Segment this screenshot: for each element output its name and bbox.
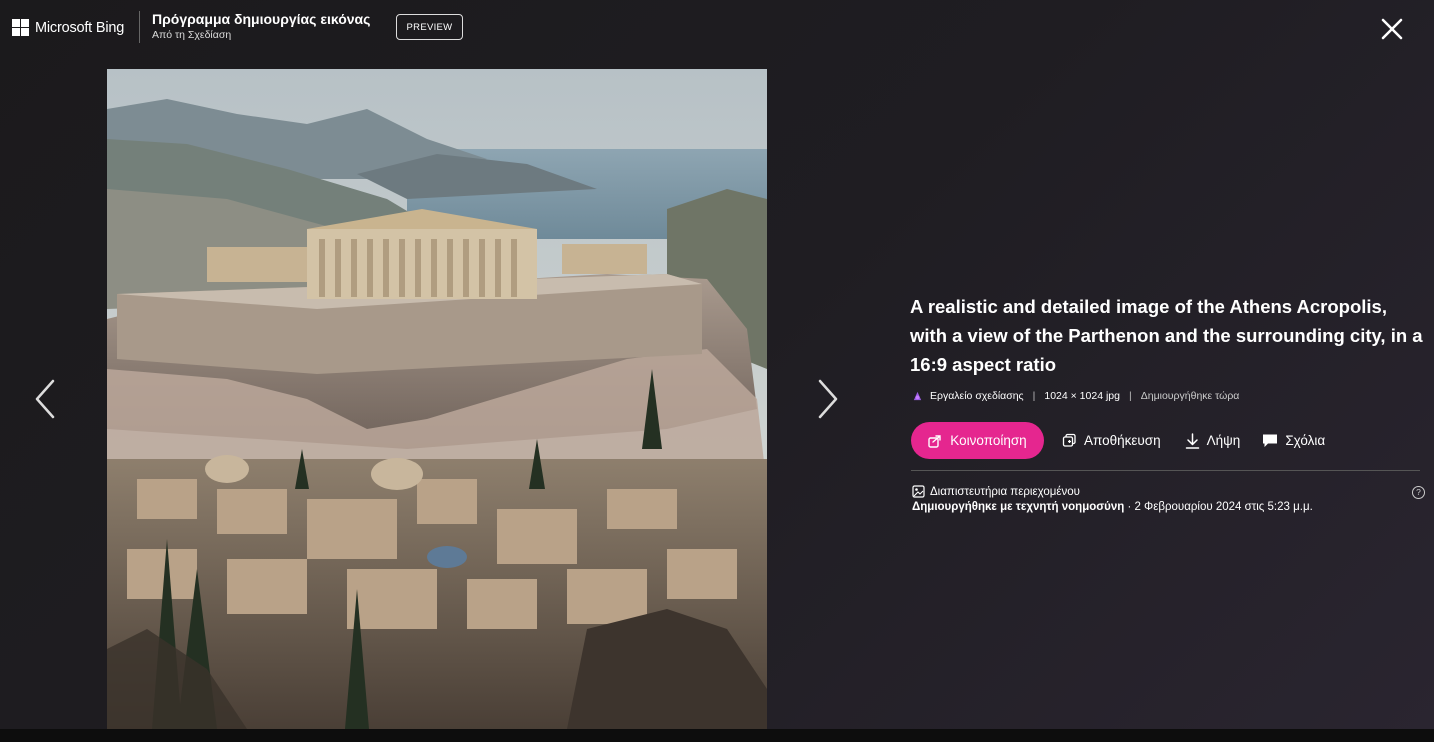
save-button[interactable]: Αποθήκευση: [1062, 433, 1161, 448]
brand-name: Microsoft Bing: [35, 19, 125, 36]
save-icon: [1062, 433, 1076, 447]
comment-icon: [1263, 434, 1278, 447]
help-icon[interactable]: ?: [1412, 486, 1425, 499]
header-divider: [139, 11, 140, 43]
credentials-date: · 2 Φεβρουαρίου 2024 στις 5:23 μ.μ.: [1124, 501, 1313, 513]
designer-icon: [913, 391, 922, 400]
title-block: Πρόγραμμα δημιουργίας εικόνας Από τη Σχε…: [152, 11, 370, 41]
image-dimensions: 1024 × 1024 jpg: [1044, 390, 1120, 402]
action-bar: Κοινοποίηση Αποθήκευση Λήψη Σχόλια: [911, 422, 1325, 459]
top-bar: Microsoft Bing Πρόγραμμα δημιουργίας εικ…: [0, 0, 1434, 58]
download-label: Λήψη: [1206, 433, 1241, 448]
page-title: Πρόγραμμα δημιουργίας εικόνας: [152, 11, 371, 27]
download-icon: [1185, 432, 1199, 449]
bottom-strip: [0, 729, 1434, 742]
next-image-button[interactable]: [812, 377, 842, 421]
content-credentials: Διαπιστευτήρια περιεχομένου Δημιουργήθηκ…: [912, 485, 1313, 513]
comments-button[interactable]: Σχόλια: [1262, 433, 1325, 448]
generated-image[interactable]: [107, 69, 767, 729]
close-icon: [1381, 18, 1403, 40]
bing-logo[interactable]: Microsoft Bing: [12, 19, 124, 36]
microsoft-logo-icon: [12, 19, 29, 36]
chevron-right-icon: [818, 379, 838, 419]
preview-badge: PREVIEW: [396, 14, 463, 40]
share-button[interactable]: Κοινοποίηση: [911, 422, 1044, 459]
section-divider: [911, 470, 1420, 471]
meta-separator: |: [1032, 390, 1036, 402]
meta-separator: |: [1128, 390, 1132, 402]
save-label: Αποθήκευση: [1084, 433, 1161, 448]
ai-generated-label: Δημιουργήθηκε με τεχνητή νοημοσύνη: [912, 501, 1125, 513]
close-button[interactable]: [1378, 15, 1406, 43]
image-meta: Εργαλείο σχεδίασης | 1024 × 1024 jpg | Δ…: [912, 390, 1239, 402]
share-label: Κοινοποίηση: [950, 433, 1027, 448]
image-prompt: A realistic and detailed image of the At…: [910, 296, 1423, 375]
content-credentials-title[interactable]: Διαπιστευτήρια περιεχομένου: [930, 486, 1080, 498]
page-subtitle: Από τη Σχεδίαση: [152, 29, 232, 41]
previous-image-button[interactable]: [31, 377, 61, 421]
tool-name[interactable]: Εργαλείο σχεδίασης: [930, 390, 1024, 402]
comments-label: Σχόλια: [1285, 433, 1326, 448]
chevron-left-icon: [35, 379, 55, 419]
share-icon: [928, 434, 941, 448]
download-button[interactable]: Λήψη: [1185, 432, 1241, 449]
content-credentials-icon: [912, 485, 925, 498]
created-time: Δημιουργήθηκε τώρα: [1140, 390, 1240, 402]
